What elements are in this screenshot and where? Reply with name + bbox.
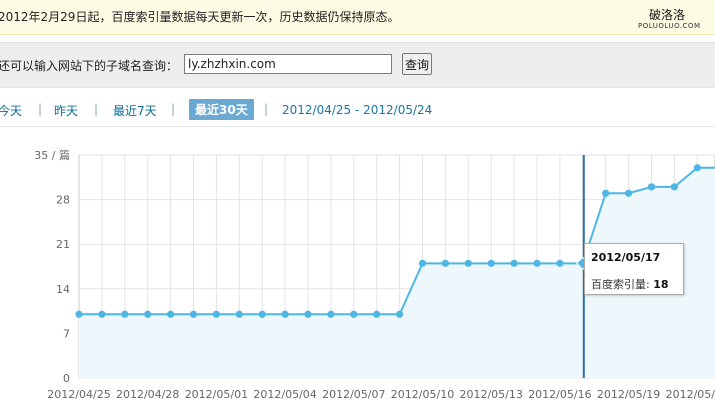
tooltip-label: 百度索引量: 18	[591, 276, 669, 292]
data-point	[464, 259, 472, 267]
x-tick-label: 2012/05/01	[185, 388, 248, 401]
data-point	[350, 310, 358, 318]
x-tick-label: 2012/05/13	[459, 388, 522, 401]
data-point	[418, 259, 427, 267]
y-tick-label: 0	[63, 372, 70, 385]
data-point	[258, 310, 266, 318]
data-point	[533, 259, 541, 267]
x-tick-label: 2012/05/16	[528, 388, 591, 401]
data-point	[510, 259, 518, 267]
x-tick-label: 2012/05/04	[253, 388, 316, 401]
x-tick-label: 2012/05/07	[322, 388, 385, 401]
y-tick-label: 14	[56, 283, 70, 296]
data-point	[281, 310, 289, 318]
data-point	[304, 310, 312, 318]
data-tooltip: 2012/05/17 百度索引量: 18	[584, 243, 684, 295]
data-point	[144, 310, 152, 318]
y-tick-label: 7	[63, 327, 70, 340]
data-point	[327, 310, 335, 318]
data-point	[396, 310, 404, 318]
tooltip-date: 2012/05/17	[591, 251, 661, 264]
x-tick-label: 2012/04/25	[47, 388, 110, 401]
data-point	[373, 310, 381, 318]
data-point	[212, 310, 220, 318]
y-tick-label: 21	[56, 238, 70, 251]
data-point	[647, 183, 656, 191]
data-point	[602, 189, 610, 197]
data-point	[487, 259, 495, 267]
index-volume-chart: 0 7 14 21 28 35 / 篇 2012/04/25 2012/04/28 2012/0…	[34, 148, 715, 401]
data-point	[98, 310, 106, 318]
y-tick-label: 28	[56, 194, 70, 207]
data-point	[441, 259, 449, 267]
data-point	[556, 259, 564, 267]
data-point	[121, 310, 129, 318]
data-point	[670, 183, 679, 191]
y-axis-label: 35 / 篇	[34, 148, 70, 162]
x-tick-label: 2012/04/28	[116, 388, 179, 401]
x-tick-label: 2012/05/10	[391, 388, 454, 401]
data-point	[75, 310, 83, 318]
data-point	[625, 189, 633, 197]
data-point	[693, 164, 701, 172]
tooltip-label-text: 百度索引量:	[591, 278, 650, 291]
data-point	[189, 310, 198, 318]
data-point	[167, 310, 175, 318]
data-point	[235, 310, 243, 318]
x-tick-label: 2012/05/19	[597, 388, 660, 401]
x-tick-label: 2012/05/22	[666, 388, 715, 401]
tooltip-value: 18	[653, 278, 669, 291]
